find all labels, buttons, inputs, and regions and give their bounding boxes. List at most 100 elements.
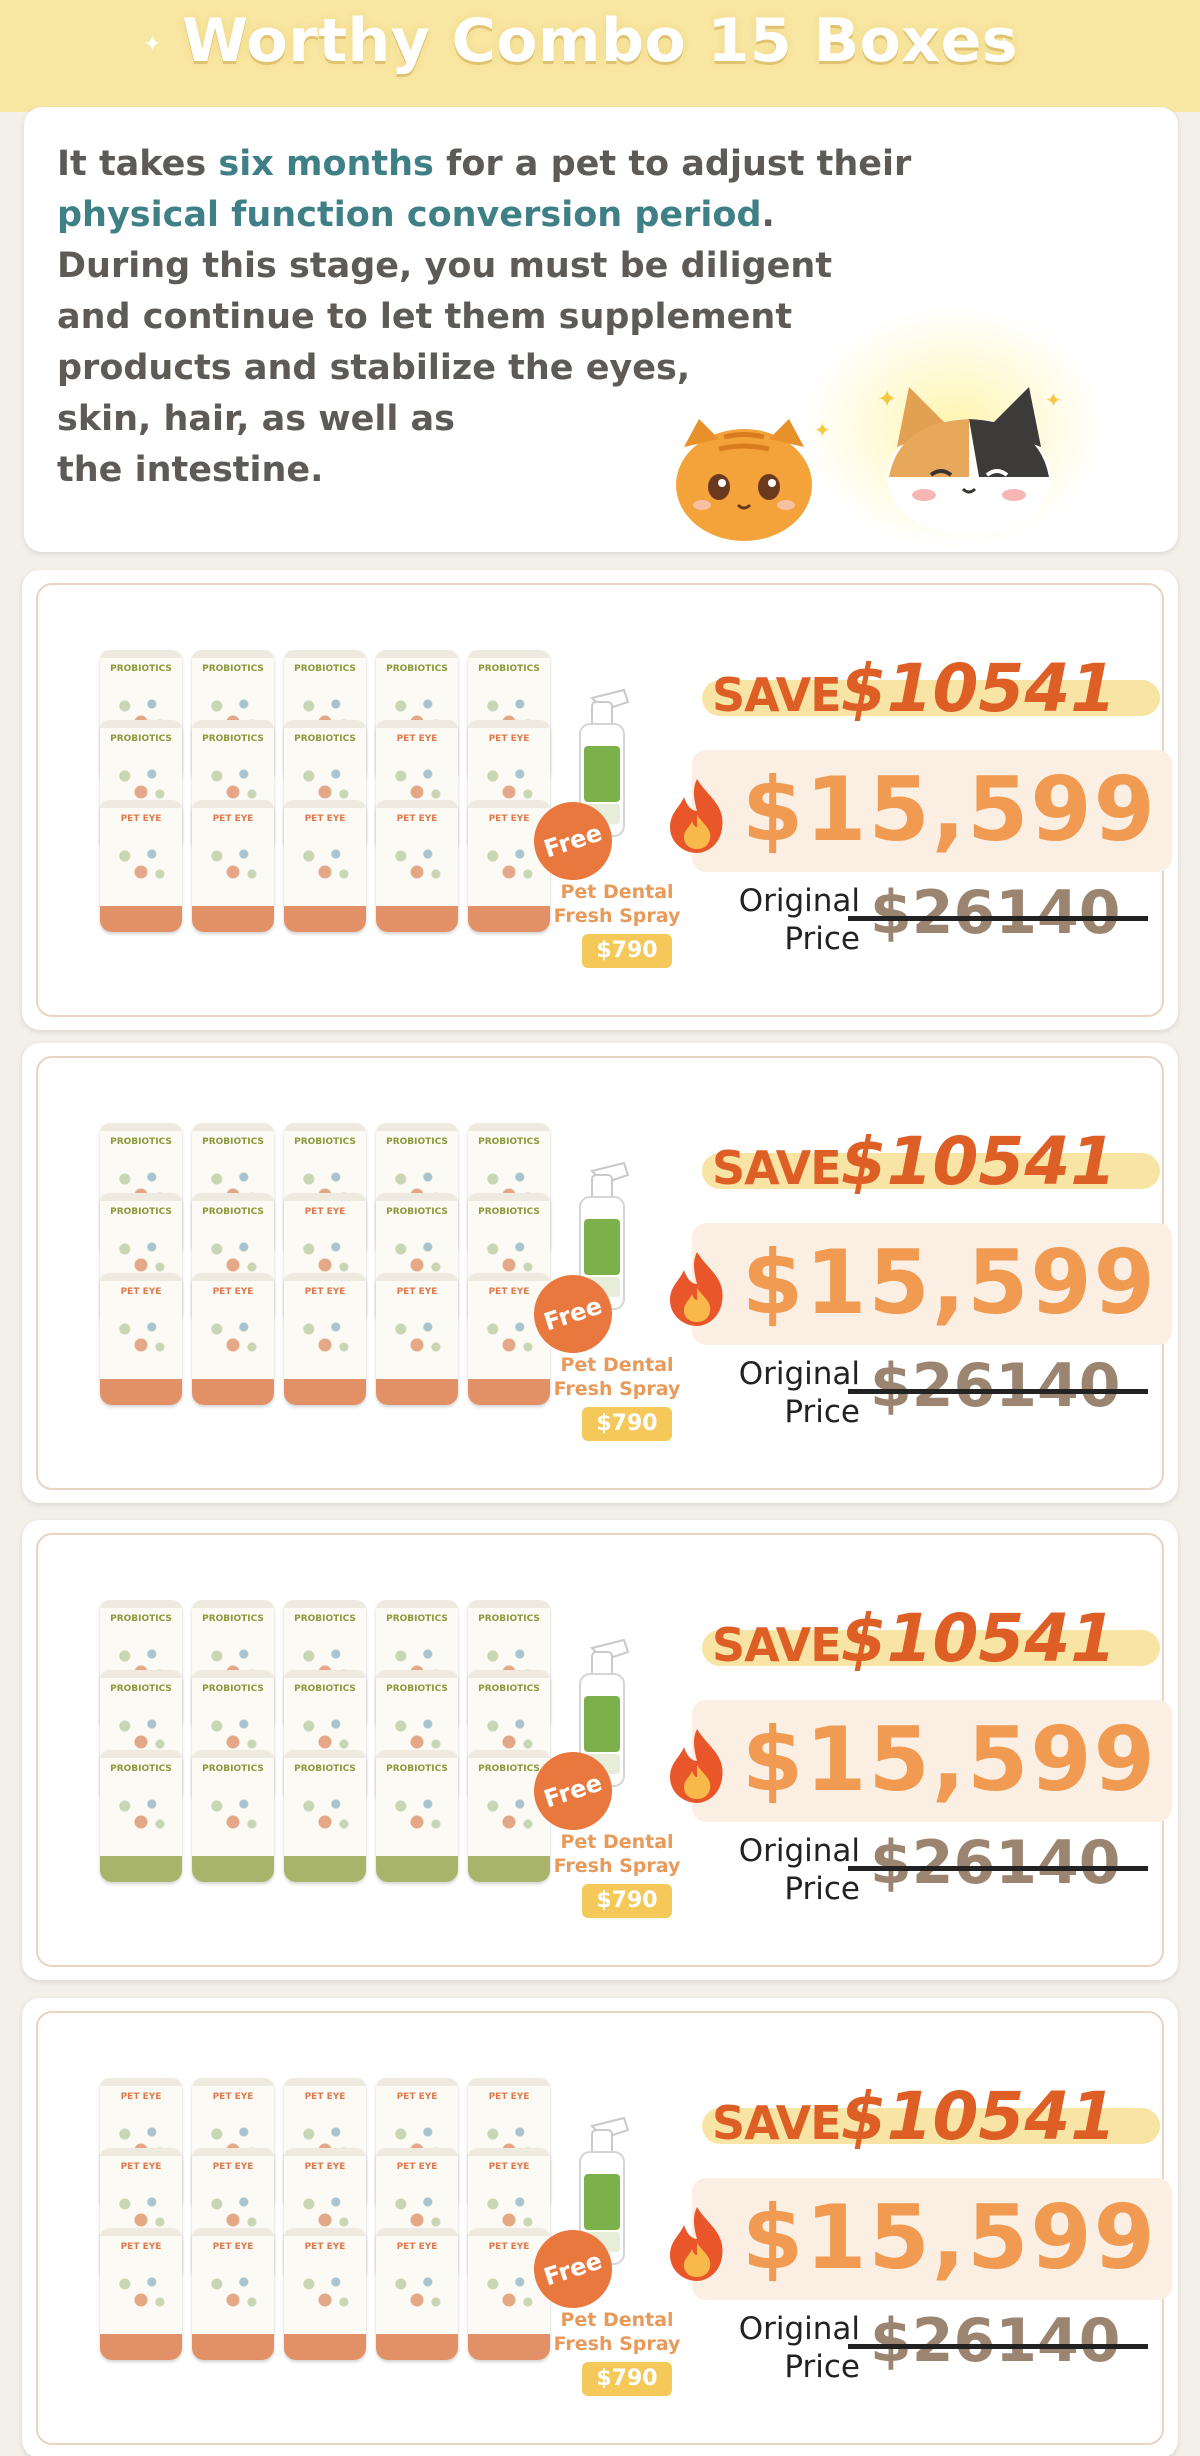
jar-lid bbox=[284, 1193, 366, 1201]
jar-brand-label: PET EYE bbox=[488, 734, 530, 744]
original-price: $26140 bbox=[870, 1351, 1121, 1421]
jar-brand-label: PET EYE bbox=[212, 2092, 254, 2102]
jar-pattern bbox=[206, 844, 260, 884]
jar-lid bbox=[284, 2228, 366, 2236]
product-jar: PET EYE bbox=[100, 1273, 182, 1405]
product-jar: PET EYE bbox=[376, 800, 458, 932]
jar-brand-label: PET EYE bbox=[488, 2092, 530, 2102]
jar-lid bbox=[376, 1670, 458, 1678]
jar-brand-label: PET EYE bbox=[212, 2242, 254, 2252]
jar-base bbox=[284, 2334, 366, 2360]
gift-name-line-1: Pet Dental bbox=[560, 1354, 674, 1376]
jar-lid bbox=[468, 1750, 550, 1758]
intro-line-2: physical function conversion period. bbox=[57, 190, 977, 241]
jar-base bbox=[192, 906, 274, 932]
gift-name-line-2: Fresh Spray bbox=[553, 905, 681, 927]
jar-brand-label: PET EYE bbox=[212, 2162, 254, 2172]
save-label: SAVE bbox=[712, 1618, 842, 1672]
jar-pattern bbox=[206, 1794, 260, 1834]
jar-pattern bbox=[114, 1714, 168, 1754]
fire-icon bbox=[670, 779, 723, 853]
jar-pattern bbox=[298, 2192, 352, 2232]
jar-brand-label: PET EYE bbox=[304, 2242, 346, 2252]
jar-brand-label: PROBIOTICS bbox=[478, 1137, 540, 1147]
offer-card[interactable]: PROBIOTICS PROBIOTICS PROBIOTICS PROBIOT… bbox=[22, 570, 1178, 1030]
jar-lid bbox=[468, 1600, 550, 1608]
original-price: $26140 bbox=[870, 878, 1121, 948]
jar-brand-label: PROBIOTICS bbox=[110, 1764, 172, 1774]
jar-lid bbox=[376, 1273, 458, 1281]
jar-pattern bbox=[298, 1317, 352, 1357]
jar-lid bbox=[376, 1193, 458, 1201]
original-price-label: Original Price bbox=[710, 1832, 860, 1908]
jar-brand-label: PROBIOTICS bbox=[294, 1614, 356, 1624]
jar-brand-label: PET EYE bbox=[120, 2092, 162, 2102]
jar-brand-label: PROBIOTICS bbox=[110, 734, 172, 744]
jar-pattern bbox=[298, 1237, 352, 1277]
jar-brand-label: PET EYE bbox=[304, 1287, 346, 1297]
svg-text:✦: ✦ bbox=[814, 418, 829, 442]
jar-pattern bbox=[298, 1794, 352, 1834]
product-grid: PROBIOTICS PROBIOTICS PROBIOTICS PROBIOT… bbox=[52, 1560, 550, 1940]
jar-lid bbox=[284, 1750, 366, 1758]
svg-text:✦: ✦ bbox=[877, 385, 897, 413]
jar-brand-label: PROBIOTICS bbox=[478, 1684, 540, 1694]
sale-price: $15,599 bbox=[742, 1231, 1157, 1334]
offer-card[interactable]: PROBIOTICS PROBIOTICS PROBIOTICS PROBIOT… bbox=[22, 1520, 1178, 1980]
jar-pattern bbox=[482, 764, 536, 804]
jar-lid bbox=[284, 1273, 366, 1281]
jar-lid bbox=[468, 1123, 550, 1131]
jar-brand-label: PROBIOTICS bbox=[110, 1207, 172, 1217]
jar-brand-label: PET EYE bbox=[396, 734, 438, 744]
jar-pattern bbox=[390, 1237, 444, 1277]
jar-lid bbox=[468, 2228, 550, 2236]
jar-brand-label: PROBIOTICS bbox=[202, 1207, 264, 1217]
gift-name-line-1: Pet Dental bbox=[560, 2309, 674, 2331]
jar-brand-label: PROBIOTICS bbox=[386, 664, 448, 674]
jar-pattern bbox=[482, 844, 536, 884]
strikethrough-line bbox=[848, 2344, 1148, 2349]
jar-brand-label: PROBIOTICS bbox=[202, 1764, 264, 1774]
jar-brand-label: PET EYE bbox=[396, 1287, 438, 1297]
jar-pattern bbox=[482, 2272, 536, 2312]
jar-lid bbox=[284, 800, 366, 808]
jar-pattern bbox=[482, 1237, 536, 1277]
jar-pattern bbox=[114, 1317, 168, 1357]
jar-brand-label: PET EYE bbox=[396, 2162, 438, 2172]
jar-pattern bbox=[390, 764, 444, 804]
jar-brand-label: PROBIOTICS bbox=[294, 1137, 356, 1147]
jar-brand-label: PET EYE bbox=[120, 2162, 162, 2172]
jar-lid bbox=[100, 650, 182, 658]
product-jar: PET EYE bbox=[468, 1273, 550, 1405]
gift-name: Pet Dental Fresh Spray bbox=[547, 1830, 687, 1878]
jar-brand-label: PROBIOTICS bbox=[202, 734, 264, 744]
save-amount: SAVE$10541 bbox=[712, 2078, 1116, 2155]
gift-name-line-1: Pet Dental bbox=[560, 1831, 674, 1853]
offer-card[interactable]: PROBIOTICS PROBIOTICS PROBIOTICS PROBIOT… bbox=[22, 1043, 1178, 1503]
jar-lid bbox=[100, 1123, 182, 1131]
intro-line-3: During this stage, you must be diligent bbox=[57, 246, 833, 286]
save-amount: SAVE$10541 bbox=[712, 650, 1116, 727]
save-label: SAVE bbox=[712, 1141, 842, 1195]
product-jar: PET EYE bbox=[100, 2228, 182, 2360]
jar-brand-label: PROBIOTICS bbox=[386, 1614, 448, 1624]
strikethrough-line bbox=[848, 1866, 1148, 1871]
product-jar: PET EYE bbox=[284, 1273, 366, 1405]
intro-text-part: . bbox=[761, 195, 775, 235]
jar-lid bbox=[192, 800, 274, 808]
gift-name-line-1: Pet Dental bbox=[560, 881, 674, 903]
jar-base bbox=[376, 906, 458, 932]
jar-pattern bbox=[298, 764, 352, 804]
jar-base bbox=[192, 1379, 274, 1405]
original-price-label: Original Price bbox=[710, 2310, 860, 2386]
jar-pattern bbox=[114, 1794, 168, 1834]
offer-card[interactable]: PET EYE PET EYE PET EYE PET EYE PET EYE … bbox=[22, 1998, 1178, 2456]
gift-name-line-2: Fresh Spray bbox=[553, 1378, 681, 1400]
product-jar: PROBIOTICS bbox=[468, 1750, 550, 1882]
calico-cat-icon: ✦ ✦ bbox=[877, 385, 1062, 535]
jar-base bbox=[376, 1379, 458, 1405]
jar-lid bbox=[192, 2148, 274, 2156]
product-grid: PROBIOTICS PROBIOTICS PROBIOTICS PROBIOT… bbox=[52, 1083, 550, 1463]
product-jar: PET EYE bbox=[192, 2228, 274, 2360]
jar-brand-label: PET EYE bbox=[120, 2242, 162, 2252]
